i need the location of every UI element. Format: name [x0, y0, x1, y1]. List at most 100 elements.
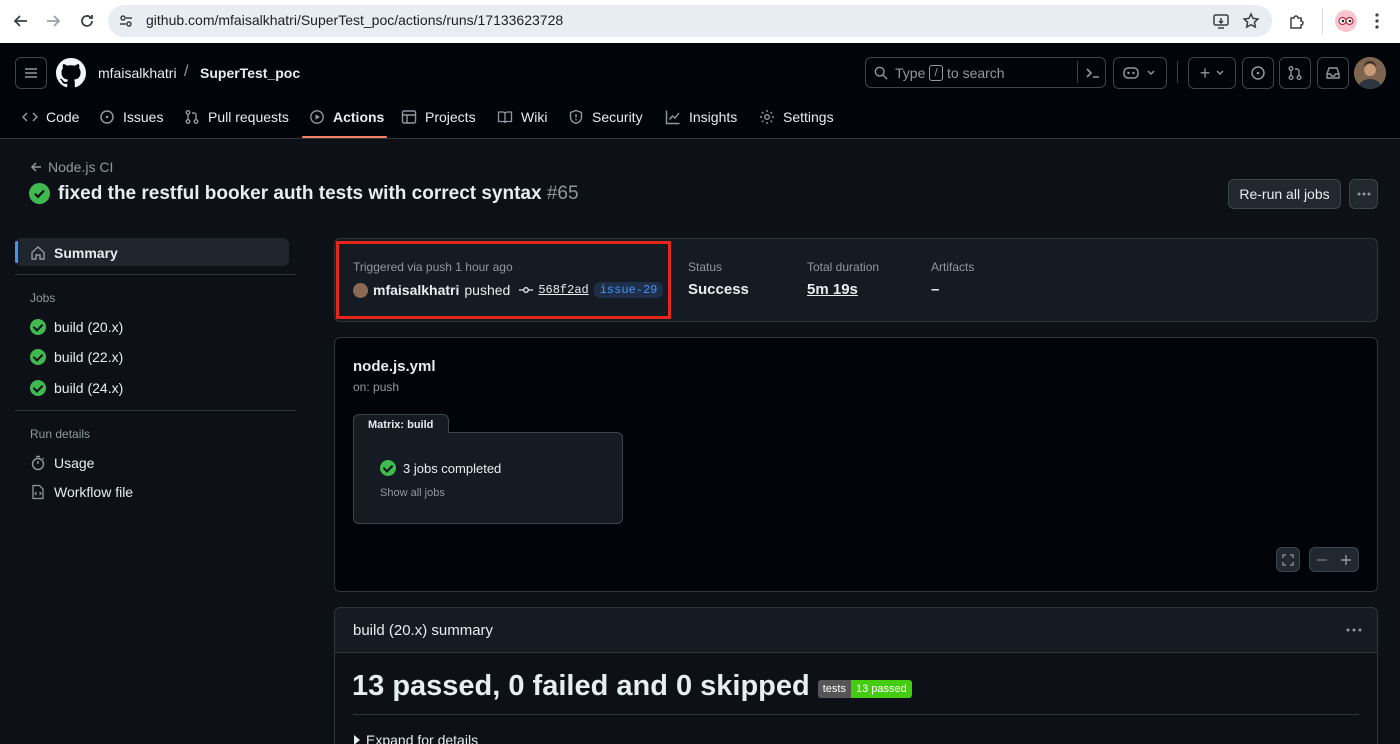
run-title: fixed the restful booker auth tests with…: [58, 183, 579, 205]
rerun-all-jobs-button[interactable]: Re-run all jobs: [1228, 179, 1341, 209]
profile-avatar[interactable]: [1335, 10, 1357, 32]
zoom-in-icon[interactable]: [1341, 554, 1351, 565]
test-results-heading: 13 passed, 0 failed and 0 skipped tests …: [352, 670, 912, 703]
sidebar-workflow-file[interactable]: Workflow file: [30, 481, 133, 503]
artifacts-label: Artifacts: [931, 260, 975, 274]
browser-menu-icon[interactable]: [1374, 12, 1380, 30]
summary-divider: [353, 714, 1359, 715]
plus-icon: +: [1199, 63, 1211, 83]
job-label: build (20.x): [54, 319, 124, 335]
search-icon: [874, 66, 888, 80]
shield-icon: [569, 109, 583, 125]
breadcrumb-separator: /: [184, 63, 189, 80]
tab-issues-label: Issues: [123, 109, 164, 125]
tab-joiner: [354, 431, 448, 433]
sidebar-job-build-24[interactable]: build (24.x): [30, 377, 123, 399]
user-avatar[interactable]: [1354, 57, 1386, 89]
status-label: Status: [688, 260, 723, 274]
show-all-jobs-link[interactable]: Show all jobs: [380, 487, 445, 499]
inbox-icon[interactable]: [1317, 57, 1349, 89]
sidebar-job-build-20[interactable]: build (20.x): [30, 316, 123, 338]
artifacts-value: –: [931, 281, 940, 298]
kebab-menu-icon[interactable]: [1346, 628, 1362, 632]
command-palette-icon[interactable]: [1085, 65, 1101, 81]
zoom-controls: [1309, 547, 1359, 572]
code-icon: [22, 112, 38, 122]
back-to-workflow-link[interactable]: Node.js CI: [30, 159, 113, 175]
run-title-text: fixed the restful booker auth tests with…: [58, 183, 542, 204]
home-icon: [31, 246, 45, 260]
badge-value: 13 passed: [850, 679, 912, 698]
matrix-box[interactable]: [353, 432, 623, 524]
tab-security[interactable]: Security: [568, 107, 643, 127]
header-divider: [1177, 61, 1178, 83]
issues-icon[interactable]: [1242, 57, 1274, 89]
zoom-out-icon[interactable]: [1317, 555, 1327, 565]
tab-insights[interactable]: Insights: [665, 107, 737, 127]
tab-wiki[interactable]: Wiki: [497, 107, 547, 127]
hamburger-menu-icon[interactable]: [15, 57, 47, 89]
tab-pull-requests[interactable]: Pull requests: [184, 107, 289, 127]
forward-arrow-icon[interactable]: [42, 10, 64, 32]
highlight-box: [336, 241, 671, 319]
tab-insights-label: Insights: [689, 109, 738, 125]
install-app-icon[interactable]: [1212, 12, 1230, 30]
usage-label: Usage: [54, 455, 95, 471]
tab-pull-requests-label: Pull requests: [208, 109, 289, 125]
sidebar-usage[interactable]: Usage: [30, 452, 94, 474]
create-new-button[interactable]: +: [1188, 57, 1236, 89]
sidebar-job-build-22[interactable]: build (22.x): [30, 346, 123, 368]
copilot-button[interactable]: [1113, 57, 1167, 89]
tab-actions[interactable]: Actions: [309, 107, 384, 127]
expand-details-text: Expand for details: [366, 732, 479, 744]
job-summary-title: build (20.x) summary: [353, 622, 494, 639]
duration-value[interactable]: 5m 19s: [807, 281, 858, 298]
search-shortcut-key: /: [929, 65, 943, 81]
tab-settings-label: Settings: [783, 109, 834, 125]
tab-projects[interactable]: Projects: [401, 107, 476, 127]
reload-icon[interactable]: [76, 10, 98, 32]
site-settings-icon[interactable]: [118, 13, 134, 29]
owner-link[interactable]: mfaisalkhatri: [98, 65, 177, 81]
jobs-completed-text: 3 jobs completed: [403, 460, 502, 476]
check-circle-icon: [30, 319, 46, 335]
tab-actions-label: Actions: [333, 109, 385, 125]
stopwatch-icon: [31, 455, 45, 471]
toolbar-divider: [1322, 8, 1323, 34]
workflow-file-label: Workflow file: [54, 484, 134, 500]
book-icon: [497, 111, 513, 124]
sidebar-summary[interactable]: Summary: [30, 242, 118, 264]
tab-code-label: Code: [46, 109, 80, 125]
gear-icon: [760, 110, 774, 124]
url-text[interactable]: github.com/mfaisalkhatri/SuperTest_poc/a…: [146, 12, 563, 28]
tab-issues[interactable]: Issues: [99, 107, 163, 127]
check-circle-icon: [30, 349, 46, 365]
job-label: build (24.x): [54, 380, 124, 396]
repo-link[interactable]: SuperTest_poc: [200, 65, 300, 81]
tab-code[interactable]: Code: [22, 107, 79, 127]
jobs-completed-row: 3 jobs completed: [380, 460, 501, 476]
test-results-text: 13 passed, 0 failed and 0 skipped: [352, 670, 810, 702]
git-pull-request-icon: [185, 110, 199, 124]
arrow-left-icon: [30, 162, 41, 172]
back-arrow-icon[interactable]: [10, 10, 32, 32]
search-divider: [1077, 61, 1078, 83]
check-circle-icon: [380, 460, 396, 476]
workflow-trigger: on: push: [353, 380, 400, 394]
fullscreen-icon[interactable]: [1276, 547, 1300, 572]
job-label: build (22.x): [54, 349, 124, 365]
sidebar-active-indicator: [15, 241, 18, 263]
github-logo-icon[interactable]: [56, 58, 86, 88]
expand-details-toggle[interactable]: Expand for details: [353, 732, 478, 744]
tests-badge: tests 13 passed: [817, 679, 912, 698]
tab-settings[interactable]: Settings: [759, 107, 834, 127]
table-icon: [401, 110, 417, 124]
chevron-down-icon: [1216, 70, 1224, 75]
bookmark-star-icon[interactable]: [1242, 12, 1260, 30]
active-tab-underline: [302, 136, 387, 138]
search-prefix: Type: [895, 65, 926, 81]
pull-requests-icon[interactable]: [1279, 57, 1311, 89]
extensions-puzzle-icon[interactable]: [1288, 12, 1306, 30]
issue-opened-icon: [100, 110, 114, 124]
kebab-menu-icon[interactable]: [1349, 179, 1378, 209]
